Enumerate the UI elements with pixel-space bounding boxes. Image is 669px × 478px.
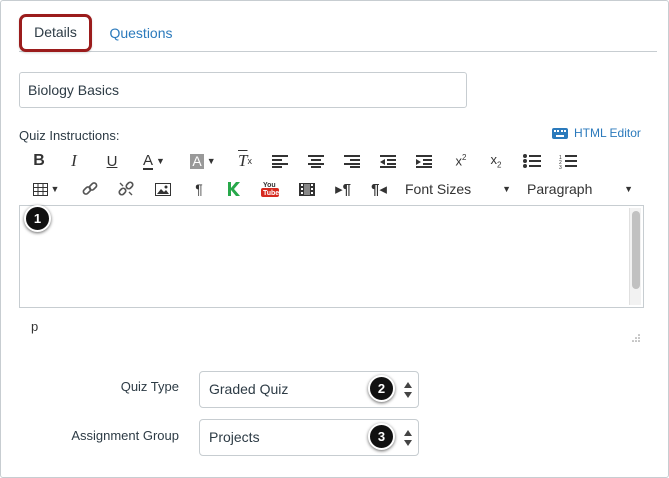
indent-icon[interactable] xyxy=(412,149,436,173)
quiz-type-value: Graded Quiz xyxy=(209,381,289,397)
underline-icon[interactable]: U xyxy=(100,149,124,173)
superscript-icon[interactable]: x2 xyxy=(449,149,473,173)
link-icon[interactable] xyxy=(78,177,102,201)
callout-badge-1: 1 xyxy=(24,205,51,232)
italic-icon[interactable]: I xyxy=(62,149,86,173)
font-sizes-dropdown[interactable]: Font Sizes ▼ xyxy=(405,177,511,201)
pilcrow-icon[interactable]: ¶ xyxy=(187,177,211,201)
resize-handle-icon[interactable] xyxy=(631,333,641,343)
quiz-type-label: Quiz Type xyxy=(120,379,179,394)
editor-status-path: p xyxy=(31,319,39,334)
instructions-editor[interactable] xyxy=(19,205,644,308)
align-right-icon[interactable] xyxy=(340,149,364,173)
quiz-title-input[interactable] xyxy=(19,72,467,108)
align-left-icon[interactable] xyxy=(268,149,292,173)
rtl-direction-icon[interactable]: ¶◂ xyxy=(367,177,391,201)
keyboard-icon xyxy=(552,127,568,139)
editor-toolbar-row-1: B I U A ▼ A ▼ Tx x2 x2 12 3 xyxy=(21,149,621,173)
subscript-icon[interactable]: x2 xyxy=(484,149,508,173)
svg-text:You: You xyxy=(263,182,276,189)
outdent-icon[interactable] xyxy=(376,149,400,173)
html-editor-link[interactable]: HTML Editor xyxy=(552,126,641,140)
kaltura-icon[interactable] xyxy=(222,177,246,201)
unlink-icon[interactable] xyxy=(114,177,138,201)
text-color-icon[interactable]: A ▼ xyxy=(137,149,171,173)
chevron-down-icon: ▼ xyxy=(502,184,511,194)
bullet-list-icon[interactable] xyxy=(520,149,544,173)
background-color-icon[interactable]: A ▼ xyxy=(185,149,221,173)
select-arrows-icon xyxy=(404,382,412,398)
youtube-icon[interactable]: You Tube xyxy=(258,177,282,201)
quiz-details-panel: Details Questions Quiz Instructions: HTM… xyxy=(0,0,669,478)
tab-details[interactable]: Details xyxy=(19,14,92,52)
select-arrows-icon xyxy=(404,430,412,446)
html-editor-label: HTML Editor xyxy=(574,126,641,140)
callout-badge-2: 2 xyxy=(368,375,395,402)
paragraph-label: Paragraph xyxy=(527,181,593,197)
chevron-down-icon: ▼ xyxy=(624,184,633,194)
table-icon[interactable]: ▼ xyxy=(29,177,63,201)
bold-icon[interactable]: B xyxy=(27,149,51,173)
editor-toolbar-row-2: ▼ ¶ You Tube ▸¶ ¶◂ Font Sizes ▼ Paragraph… xyxy=(21,177,641,201)
media-icon[interactable] xyxy=(295,177,319,201)
scrollbar-thumb[interactable] xyxy=(632,211,640,289)
callout-badge-3: 3 xyxy=(368,423,395,450)
quiz-instructions-label: Quiz Instructions: xyxy=(19,128,120,143)
align-center-icon[interactable] xyxy=(304,149,328,173)
svg-text:3: 3 xyxy=(559,165,562,169)
editor-scrollbar[interactable] xyxy=(629,208,641,305)
assignment-group-label: Assignment Group xyxy=(71,428,179,443)
ltr-direction-icon[interactable]: ▸¶ xyxy=(331,177,355,201)
numbered-list-icon[interactable]: 123 xyxy=(556,149,580,173)
assignment-group-value: Projects xyxy=(209,429,260,445)
tab-questions[interactable]: Questions xyxy=(99,15,183,52)
image-icon[interactable] xyxy=(151,177,175,201)
tab-bar: Details Questions xyxy=(19,13,657,52)
clear-formatting-icon[interactable]: Tx xyxy=(233,149,257,173)
font-sizes-label: Font Sizes xyxy=(405,181,472,197)
paragraph-dropdown[interactable]: Paragraph ▼ xyxy=(527,177,633,201)
svg-text:Tube: Tube xyxy=(263,190,279,197)
